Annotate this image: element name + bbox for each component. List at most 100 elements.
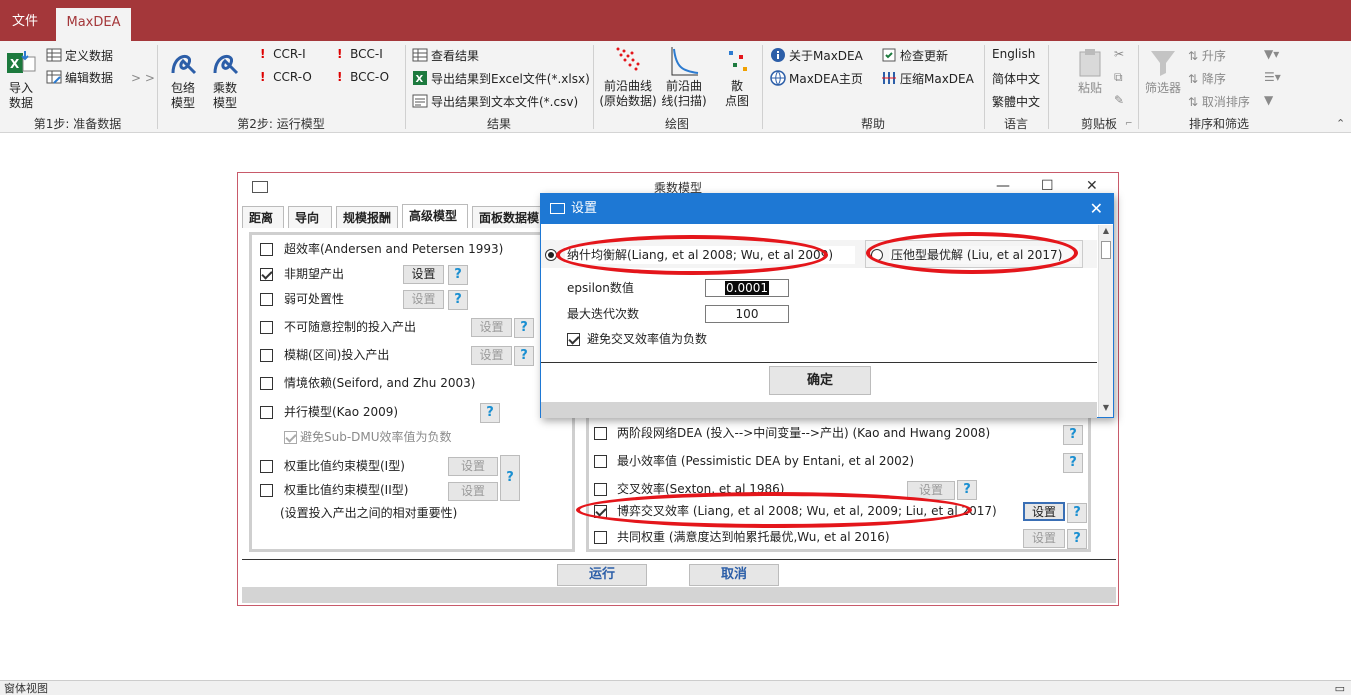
help-icon[interactable]: ? xyxy=(500,455,520,501)
tab-advanced-models[interactable]: 高级模型 xyxy=(402,204,468,228)
paste-button[interactable]: 粘贴 xyxy=(1072,47,1108,96)
option-checkbox[interactable] xyxy=(260,243,273,256)
option-checkbox-disabled[interactable] xyxy=(284,431,297,444)
help-icon[interactable]: ? xyxy=(1063,425,1083,445)
option-checkbox[interactable] xyxy=(594,427,607,440)
help-icon[interactable]: ? xyxy=(480,403,500,423)
help-icon[interactable]: ? xyxy=(1067,529,1087,549)
language-english[interactable]: English xyxy=(992,47,1035,61)
help-icon[interactable]: ? xyxy=(957,480,977,500)
multiplier-model-button[interactable]: 乘数 模型 xyxy=(206,47,244,111)
option-label: 并行模型(Kao 2009) xyxy=(282,403,472,421)
compress-maxdea-button[interactable]: 压缩MaxDEA xyxy=(881,70,974,87)
export-text-button[interactable]: 导出结果到文本文件(*.csv) xyxy=(412,93,578,110)
maxdea-home-label: MaxDEA主页 xyxy=(789,72,863,86)
maximize-icon[interactable]: ☐ xyxy=(1041,178,1054,194)
option-checkbox[interactable] xyxy=(260,406,273,419)
option-label: 权重比值约束模型(II型) xyxy=(282,481,442,499)
statusbar-view-label: 窗体视图 xyxy=(4,682,48,695)
about-maxdea-button[interactable]: 关于MaxDEA xyxy=(770,47,863,64)
settings-button[interactable]: 设置 xyxy=(403,290,444,309)
ccr-o-button[interactable]: ! CCR-O xyxy=(260,70,312,84)
settings-button[interactable]: 设置 xyxy=(471,346,512,365)
tab-maxdea[interactable]: MaxDEA xyxy=(56,8,131,41)
more-expand-button[interactable]: > > xyxy=(131,71,155,85)
bcc-o-button[interactable]: ! BCC-O xyxy=(337,70,389,84)
sort-ascending-button[interactable]: ⇅ 升序 xyxy=(1188,47,1226,64)
filter-list-icon[interactable]: ☰▾ xyxy=(1264,70,1281,84)
scroll-down-icon[interactable]: ▼ xyxy=(1100,403,1112,415)
dialog-launcher-icon[interactable]: ⌐ xyxy=(1125,119,1133,129)
language-traditional-chinese[interactable]: 繁體中文 xyxy=(992,93,1040,110)
frontier-raw-button[interactable]: 前沿曲线 (原始数据) xyxy=(598,45,658,109)
settings-button[interactable]: 设置 xyxy=(403,265,444,284)
option-checkbox[interactable] xyxy=(594,531,607,544)
option-checkbox[interactable] xyxy=(260,349,273,362)
sort-desc-icon: ⇅ xyxy=(1188,72,1199,86)
help-icon[interactable]: ? xyxy=(448,265,468,285)
option-checkbox[interactable] xyxy=(260,268,273,281)
collapse-ribbon-icon[interactable]: ⌃ xyxy=(1336,117,1345,130)
annotation-circle xyxy=(556,235,828,275)
scroll-thumb[interactable] xyxy=(1101,241,1111,259)
help-icon[interactable]: ? xyxy=(1063,453,1083,473)
cut-icon[interactable]: ✂ xyxy=(1114,47,1124,61)
settings-button[interactable]: 设置 xyxy=(1023,529,1065,548)
view-results-button[interactable]: 查看结果 xyxy=(412,47,479,64)
format-painter-icon[interactable]: ✎ xyxy=(1114,93,1124,107)
edit-data-button[interactable]: 编辑数据 xyxy=(46,69,113,86)
funnel-icon xyxy=(1151,51,1175,76)
tab-file[interactable]: 文件 xyxy=(0,8,50,41)
ccr-i-button[interactable]: ! CCR-I xyxy=(260,47,306,61)
scatter-plot-button[interactable]: 散 点图 xyxy=(720,45,754,109)
filter-options-icon[interactable]: ▼▾ xyxy=(1264,47,1279,61)
frontier-scan-button[interactable]: 前沿曲 线(扫描) xyxy=(660,45,708,109)
help-icon[interactable]: ? xyxy=(514,318,534,338)
option-checkbox[interactable] xyxy=(260,321,273,334)
settings-button[interactable]: 设置 xyxy=(448,457,498,476)
dialog-scrollbar[interactable]: ▲ ▼ xyxy=(1098,225,1113,417)
option-checkbox[interactable] xyxy=(260,293,273,306)
toggle-filter-icon[interactable]: ▼ xyxy=(1264,93,1273,107)
settings-button[interactable]: 设置 xyxy=(448,482,498,501)
copy-icon[interactable]: ⧉ xyxy=(1114,70,1123,85)
option-label: 避免Sub-DMU效率值为负数 xyxy=(298,428,478,446)
option-checkbox[interactable] xyxy=(260,377,273,390)
define-data-button[interactable]: 定义数据 xyxy=(46,47,113,64)
minimize-icon[interactable]: — xyxy=(996,178,1010,194)
dialog-close-icon[interactable]: ✕ xyxy=(1090,194,1103,224)
help-icon[interactable]: ? xyxy=(448,290,468,310)
option-checkbox[interactable] xyxy=(594,455,607,468)
scroll-up-icon[interactable]: ▲ xyxy=(1100,226,1112,238)
option-checkbox[interactable] xyxy=(260,460,273,473)
close-icon[interactable]: ✕ xyxy=(1086,178,1098,194)
check-update-button[interactable]: 检查更新 xyxy=(881,47,948,64)
filter-button[interactable]: 筛选器 xyxy=(1142,47,1184,96)
epsilon-input[interactable]: 0.0001 xyxy=(705,279,789,297)
bcc-i-button[interactable]: ! BCC-I xyxy=(337,47,383,61)
cancel-sort-button[interactable]: ⇅ 取消排序 xyxy=(1188,93,1250,110)
max-iterations-input[interactable]: 100 xyxy=(705,305,789,323)
option-checkbox[interactable] xyxy=(594,483,607,496)
run-button[interactable]: 运行 xyxy=(557,564,647,586)
tab-orientation[interactable]: 导向 xyxy=(288,206,332,228)
sort-descending-button[interactable]: ⇅ 降序 xyxy=(1188,70,1226,87)
ok-button[interactable]: 确定 xyxy=(769,366,871,395)
language-simplified-chinese[interactable]: 简体中文 xyxy=(992,70,1040,87)
avoid-negative-checkbox[interactable] xyxy=(567,333,580,346)
weight-ratio-note: (设置投入产出之间的相对重要性) xyxy=(278,504,510,522)
envelope-model-button[interactable]: 包络 模型 xyxy=(164,47,202,111)
help-icon[interactable]: ? xyxy=(1067,503,1087,523)
export-excel-button[interactable]: X 导出结果到Excel文件(*.xlsx) xyxy=(412,70,590,87)
help-icon[interactable]: ? xyxy=(514,346,534,366)
tab-returns-to-scale[interactable]: 规模报酬 xyxy=(336,206,398,228)
cancel-button[interactable]: 取消 xyxy=(689,564,779,586)
maxdea-home-button[interactable]: MaxDEA主页 xyxy=(770,70,863,87)
form-view-icon[interactable]: ▭ xyxy=(1335,681,1345,695)
settings-button[interactable]: 设置 xyxy=(471,318,512,337)
import-data-button[interactable]: X 导入 数据 xyxy=(4,47,38,111)
option-label: 模糊(区间)投入产出 xyxy=(282,346,468,364)
option-checkbox[interactable] xyxy=(260,484,273,497)
tab-distance[interactable]: 距离 xyxy=(242,206,284,228)
settings-button[interactable]: 设置 xyxy=(1023,502,1065,521)
